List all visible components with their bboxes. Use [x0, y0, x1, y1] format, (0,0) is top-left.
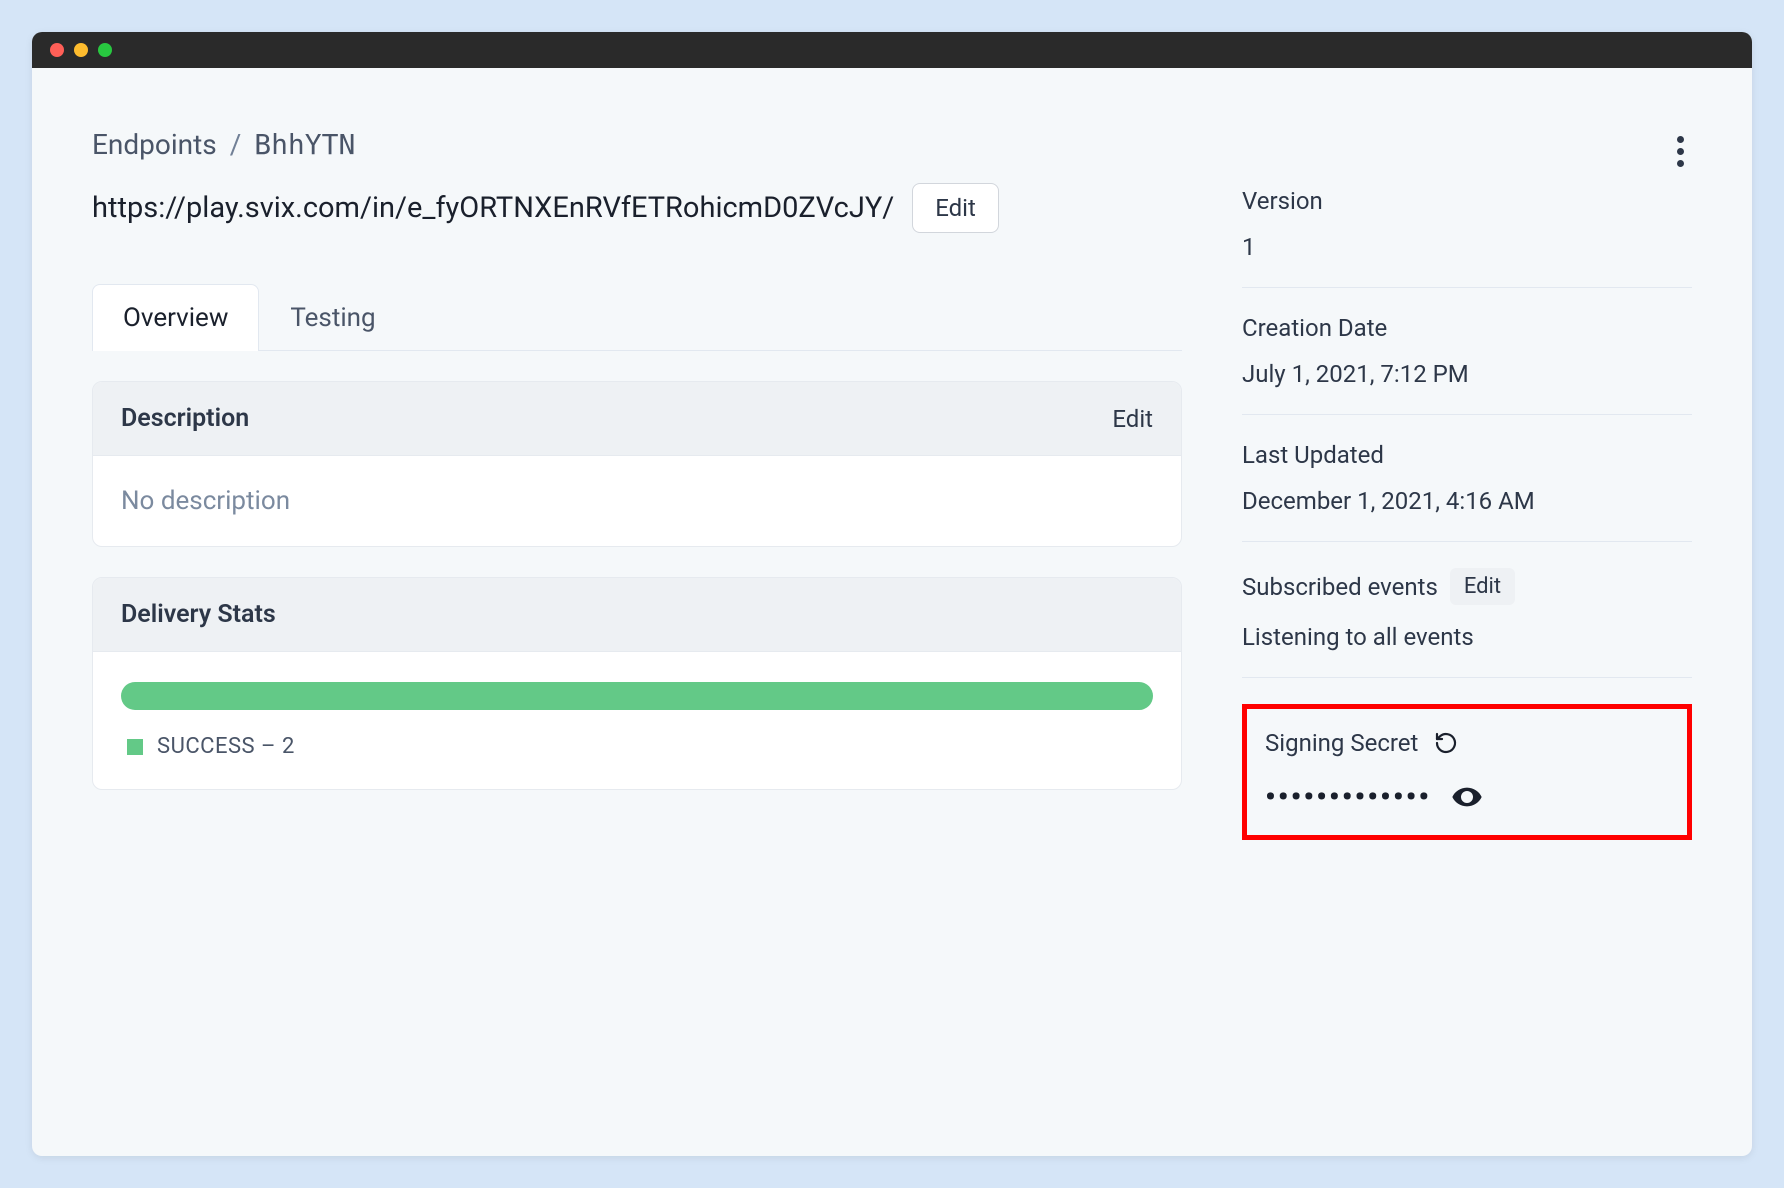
tab-overview[interactable]: Overview — [92, 284, 259, 351]
delivery-stats-title: Delivery Stats — [121, 600, 276, 629]
main-column: Endpoints / BhhYTN https://play.svix.com… — [92, 128, 1182, 840]
version-label: Version — [1242, 187, 1692, 215]
legend-success-icon — [127, 739, 143, 755]
rotate-secret-button[interactable] — [1430, 727, 1462, 759]
sidebar-column: Version 1 Creation Date July 1, 2021, 7:… — [1242, 128, 1692, 840]
signing-secret-label: Signing Secret — [1265, 729, 1418, 757]
description-placeholder: No description — [121, 486, 290, 516]
last-updated-label: Last Updated — [1242, 441, 1692, 469]
creation-date-label: Creation Date — [1242, 314, 1692, 342]
breadcrumb-separator: / — [230, 128, 242, 161]
meta-creation-date: Creation Date July 1, 2021, 7:12 PM — [1242, 314, 1692, 415]
breadcrumb: Endpoints / BhhYTN — [92, 128, 1182, 161]
meta-version: Version 1 — [1242, 187, 1692, 288]
description-title: Description — [121, 404, 249, 433]
subscribed-events-value: Listening to all events — [1242, 623, 1692, 651]
signing-secret-masked: ••••••••••••• — [1265, 780, 1431, 815]
endpoint-url-row: https://play.svix.com/in/e_fyORTNXEnRVfE… — [92, 183, 1182, 233]
breadcrumb-current: BhhYTN — [254, 128, 355, 161]
delivery-stats-card: Delivery Stats SUCCESS – 2 — [92, 577, 1182, 790]
content-area: Endpoints / BhhYTN https://play.svix.com… — [32, 68, 1752, 900]
signing-secret-row: ••••••••••••• — [1265, 777, 1669, 817]
edit-url-button[interactable]: Edit — [912, 183, 999, 233]
last-updated-value: December 1, 2021, 4:16 AM — [1242, 487, 1692, 515]
subscribed-events-label-text: Subscribed events — [1242, 573, 1438, 601]
meta-last-updated: Last Updated December 1, 2021, 4:16 AM — [1242, 441, 1692, 542]
creation-date-value: July 1, 2021, 7:12 PM — [1242, 360, 1692, 388]
window-titlebar — [32, 32, 1752, 68]
success-bar — [121, 682, 1153, 710]
version-value: 1 — [1242, 233, 1692, 261]
window-minimize-icon[interactable] — [74, 43, 88, 57]
delivery-stats-body: SUCCESS – 2 — [93, 652, 1181, 789]
legend-row: SUCCESS – 2 — [121, 734, 1153, 759]
window-close-icon[interactable] — [50, 43, 64, 57]
reveal-secret-button[interactable] — [1447, 777, 1487, 817]
subscribed-events-label: Subscribed events Edit — [1242, 568, 1692, 605]
legend-success-label: SUCCESS – 2 — [157, 734, 295, 759]
rotate-icon — [1434, 731, 1458, 755]
edit-description-button[interactable]: Edit — [1112, 405, 1153, 433]
window-maximize-icon[interactable] — [98, 43, 112, 57]
delivery-stats-header: Delivery Stats — [93, 578, 1181, 652]
signing-secret-highlight: Signing Secret ••••••••••••• — [1242, 704, 1692, 840]
more-menu-button[interactable] — [1669, 128, 1692, 175]
signing-secret-label-row: Signing Secret — [1265, 727, 1669, 759]
tabs: Overview Testing — [92, 283, 1182, 351]
tab-testing[interactable]: Testing — [259, 284, 406, 351]
eye-icon — [1451, 781, 1483, 813]
meta-subscribed-events: Subscribed events Edit Listening to all … — [1242, 568, 1692, 678]
edit-subscribed-button[interactable]: Edit — [1450, 568, 1515, 605]
description-card: Description Edit No description — [92, 381, 1182, 547]
app-window: Endpoints / BhhYTN https://play.svix.com… — [32, 32, 1752, 1156]
description-body: No description — [93, 456, 1181, 546]
breadcrumb-root[interactable]: Endpoints — [92, 128, 217, 161]
endpoint-url: https://play.svix.com/in/e_fyORTNXEnRVfE… — [92, 191, 894, 225]
description-header: Description Edit — [93, 382, 1181, 456]
